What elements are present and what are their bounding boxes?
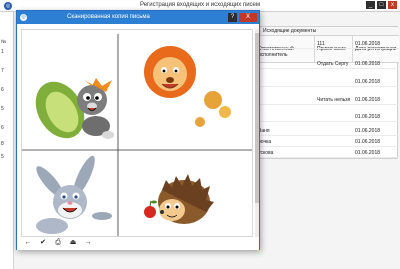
scrollbar-thumb[interactable] [255, 33, 259, 203]
cell-date: 01.06.2018 [355, 61, 381, 67]
table-row[interactable]: Читать нельзя 01.06.2018 [256, 94, 399, 105]
grid-group-header: Исходящие документы [256, 27, 399, 36]
maximize-button[interactable]: □ [377, 1, 386, 9]
cell-date: 01.06.2018 [355, 139, 381, 145]
dialog-app-icon: ◎ [20, 14, 27, 21]
dialog-title-bar[interactable]: ◎ Сканированная копия письма ? X [17, 11, 259, 24]
dialog-close-button[interactable]: X [239, 13, 257, 22]
cell-date: 01.06.2018 [355, 128, 381, 134]
table-row[interactable]: ускова 01.06.2018 [256, 147, 399, 158]
dialog-title: Сканированная копия письма [67, 14, 150, 20]
window-controls: _ □ x [366, 1, 397, 9]
cell-date: 01.06.2018 [355, 97, 381, 103]
main-window-title: Регистрация входящих и исходящих писем [139, 2, 261, 8]
rabbit-picture [36, 155, 112, 234]
hedgehog-picture [144, 174, 214, 224]
cell-executor: ускова [258, 150, 274, 156]
scan-dialog: ◎ Сканированная копия письма ? X ← ✔ ⎙ ⏏… [16, 10, 260, 250]
vertical-scrollbar[interactable] [255, 29, 259, 237]
raccoon-picture [35, 78, 114, 139]
row-number: № [1, 39, 7, 45]
table-row[interactable]: Отдать Сергу 01.06.2018 [256, 58, 399, 69]
dialog-toolbar: ← ✔ ⎙ ⏏ → [17, 237, 259, 250]
row-number: 5 [1, 154, 4, 160]
scanned-image[interactable] [21, 29, 253, 237]
lion-picture [144, 46, 231, 127]
row-number: 5 [1, 106, 4, 112]
table-row[interactable]: Ваня 01.06.2018 [256, 125, 399, 136]
documents-grid[interactable]: Исходящие документы Ответственный исполн… [255, 26, 399, 159]
cell-note: Читать нельзя [317, 97, 351, 103]
table-row[interactable]: 01.06.2018 [256, 76, 399, 87]
row-number: 8 [1, 141, 4, 147]
checkmark-icon[interactable]: ✔ [38, 238, 48, 248]
scanner-icon[interactable]: ⏏ [68, 238, 78, 248]
table-row[interactable]: рочка 01.06.2018 [256, 136, 399, 147]
cell-date: 01.06.2018 [355, 150, 381, 156]
cell-date: 01.06.2018 [355, 114, 381, 120]
row-number: 7 [1, 68, 4, 74]
cell-note: Отдать Сергу [317, 61, 349, 67]
cell-date: 01.06.2018 [355, 41, 381, 47]
minimize-button[interactable]: _ [366, 1, 375, 9]
row-number: 6 [1, 125, 4, 131]
scanned-letter-image [22, 34, 252, 236]
arrow-left-icon[interactable]: ← [23, 238, 33, 248]
table-row[interactable]: 01.06.2018 [256, 111, 399, 122]
row-number: 6 [1, 87, 4, 93]
cell-date: 01.06.2018 [355, 79, 381, 85]
cell-note: 111 [317, 41, 325, 47]
arrow-right-icon[interactable]: → [83, 238, 93, 248]
close-button[interactable]: x [388, 1, 397, 9]
table-row[interactable]: 111 01.06.2018 [256, 38, 399, 49]
help-button[interactable]: ? [228, 13, 237, 22]
row-number: 1 [1, 49, 4, 55]
left-row-numbers: № 1 7 6 5 6 8 5 [0, 12, 14, 269]
printer-icon[interactable]: ⎙ [53, 238, 63, 248]
